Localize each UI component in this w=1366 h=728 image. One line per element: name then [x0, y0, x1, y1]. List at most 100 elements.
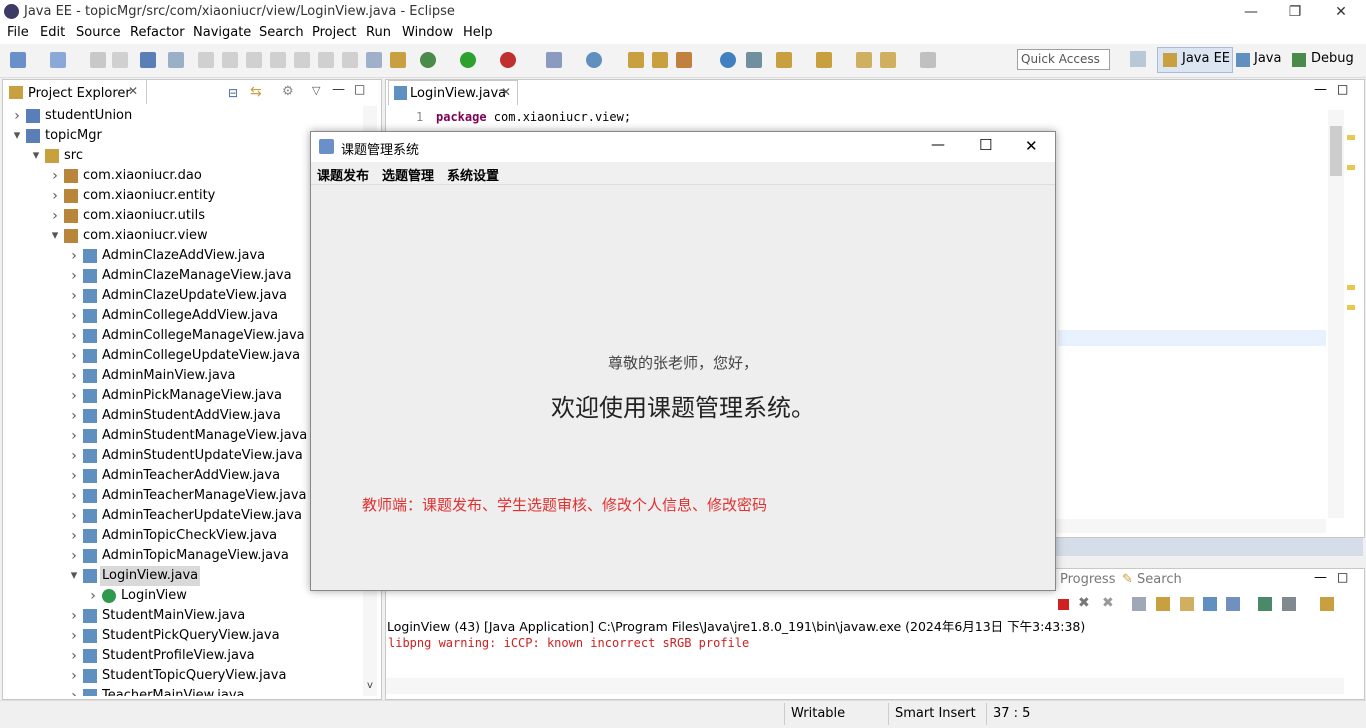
next-annotation-icon[interactable] — [776, 52, 792, 68]
terminal-icon[interactable] — [140, 52, 156, 68]
tree-item[interactable]: ▾ src — [4, 146, 362, 166]
quick-access-input[interactable]: Quick Access — [1017, 49, 1110, 70]
filters-icon[interactable]: ⚙ — [282, 84, 294, 99]
collapsed-chevron-icon[interactable]: › — [50, 206, 60, 226]
disconnect-icon[interactable] — [270, 52, 286, 68]
editor-vscrollbar[interactable] — [1328, 110, 1344, 518]
collapsed-chevron-icon[interactable]: › — [69, 386, 79, 406]
scroll-down-icon[interactable]: v — [363, 680, 377, 691]
console-maximize-icon[interactable]: □ — [1337, 570, 1348, 584]
restore-icon[interactable]: ❐ — [1272, 0, 1318, 24]
expanded-chevron-icon[interactable]: ▾ — [69, 566, 79, 586]
maximize-view-icon[interactable]: □ — [354, 82, 365, 96]
use-step-filters-icon[interactable] — [390, 52, 406, 68]
external-tools-icon[interactable] — [546, 52, 562, 68]
open-console-icon[interactable] — [1320, 597, 1334, 611]
collapsed-chevron-icon[interactable]: › — [69, 366, 79, 386]
collapsed-chevron-icon[interactable]: › — [12, 106, 22, 126]
show-on-error-icon[interactable] — [1226, 597, 1240, 611]
collapsed-chevron-icon[interactable]: › — [69, 426, 79, 446]
word-wrap-icon[interactable] — [1180, 597, 1194, 611]
menu-window[interactable]: Window — [402, 25, 453, 40]
pin-console-icon[interactable] — [1258, 597, 1272, 611]
toggle-mark-icon[interactable] — [746, 52, 762, 68]
dialog-maximize-icon[interactable]: ☐ — [979, 136, 992, 154]
scroll-lock-icon[interactable] — [1156, 597, 1170, 611]
debug-icon[interactable] — [420, 52, 436, 68]
view-menu-icon[interactable]: ▽ — [312, 84, 320, 97]
link-editor-icon[interactable]: ⇆ — [250, 84, 262, 100]
close-editor-tab-icon[interactable]: ✕ — [501, 85, 511, 99]
globe-icon[interactable] — [720, 52, 736, 68]
perspective-java[interactable]: Java — [1254, 51, 1281, 66]
save-all-icon[interactable] — [112, 52, 128, 68]
menu-search[interactable]: Search — [259, 25, 304, 40]
collapsed-chevron-icon[interactable]: › — [69, 446, 79, 466]
dialog-close-icon[interactable]: ✕ — [1025, 137, 1038, 155]
menu-file[interactable]: File — [7, 25, 29, 40]
tree-item[interactable]: › StudentTopicQueryView.java — [4, 666, 362, 686]
tree-item[interactable]: › AdminCollegeUpdateView.java — [4, 346, 362, 366]
collapsed-chevron-icon[interactable]: › — [69, 466, 79, 486]
menu-edit[interactable]: Edit — [40, 25, 65, 40]
step-into-icon[interactable] — [294, 52, 310, 68]
tree-item[interactable]: › LoginView — [4, 586, 362, 606]
suspend-icon[interactable] — [222, 52, 238, 68]
tree-item[interactable]: › studentUnion — [4, 106, 362, 126]
collapsed-chevron-icon[interactable]: › — [50, 186, 60, 206]
tree-item[interactable]: › AdminTeacherUpdateView.java — [4, 506, 362, 526]
collapsed-chevron-icon[interactable]: › — [69, 646, 79, 666]
perspective-debug[interactable]: Debug — [1311, 51, 1354, 66]
tree-item[interactable]: › AdminClazeManageView.java — [4, 266, 362, 286]
close-tab-icon[interactable]: ✕ — [128, 84, 138, 98]
back-icon[interactable] — [880, 52, 896, 68]
tree-item[interactable]: › AdminStudentAddView.java — [4, 406, 362, 426]
drop-to-frame-icon[interactable] — [366, 52, 382, 68]
tree-item[interactable]: ▾ topicMgr — [4, 126, 362, 146]
editor-vscroll-thumb[interactable] — [1330, 126, 1342, 176]
console-minimize-icon[interactable]: — — [1314, 570, 1327, 585]
menu-source[interactable]: Source — [76, 25, 121, 40]
collapsed-chevron-icon[interactable]: › — [50, 166, 60, 186]
collapsed-chevron-icon[interactable]: › — [69, 346, 79, 366]
menu-project[interactable]: Project — [312, 25, 356, 40]
collapsed-chevron-icon[interactable]: › — [69, 526, 79, 546]
collapsed-chevron-icon[interactable]: › — [69, 326, 79, 346]
collapsed-chevron-icon[interactable]: › — [69, 506, 79, 526]
terminate-icon[interactable] — [246, 52, 262, 68]
tree-item[interactable]: › AdminPickManageView.java — [4, 386, 362, 406]
open-type-icon[interactable] — [628, 52, 644, 68]
collapsed-chevron-icon[interactable]: › — [69, 246, 79, 266]
collapsed-chevron-icon[interactable]: › — [69, 286, 79, 306]
tree-item[interactable]: › AdminStudentManageView.java — [4, 426, 362, 446]
open-task-icon[interactable] — [652, 52, 668, 68]
tree-item[interactable]: › StudentProfileView.java — [4, 646, 362, 666]
tree-item[interactable]: › AdminTeacherManageView.java — [4, 486, 362, 506]
resume-icon[interactable] — [198, 52, 214, 68]
tree-item[interactable]: ▾ LoginView.java — [4, 566, 362, 586]
collapsed-chevron-icon[interactable]: › — [88, 586, 98, 606]
collapsed-chevron-icon[interactable]: › — [69, 666, 79, 686]
search-tab[interactable]: ✎ Search — [1122, 572, 1182, 587]
menu-refactor[interactable]: Refactor — [130, 25, 185, 40]
warning-marker[interactable] — [1347, 305, 1355, 310]
warning-marker[interactable] — [1347, 165, 1355, 170]
remove-all-icon[interactable]: ✖ — [1102, 595, 1114, 611]
expanded-chevron-icon[interactable]: ▾ — [31, 146, 41, 166]
step-over-icon[interactable] — [318, 52, 334, 68]
save-icon[interactable] — [90, 52, 106, 68]
tree-item[interactable]: › AdminStudentUpdateView.java — [4, 446, 362, 466]
expanded-chevron-icon[interactable]: ▾ — [50, 226, 60, 246]
tree-item[interactable]: ▾ com.xiaoniucr.view — [4, 226, 362, 246]
collapsed-chevron-icon[interactable]: › — [69, 626, 79, 646]
expanded-chevron-icon[interactable]: ▾ — [12, 126, 22, 146]
tree-item[interactable]: › TeacherMainView.java — [4, 686, 362, 696]
collapsed-chevron-icon[interactable]: › — [69, 306, 79, 326]
step-return-icon[interactable] — [342, 52, 358, 68]
tree-item[interactable]: › AdminClazeAddView.java — [4, 246, 362, 266]
last-edit-icon[interactable] — [856, 52, 872, 68]
tree-item[interactable]: › AdminMainView.java — [4, 366, 362, 386]
minimize-view-icon[interactable]: — — [332, 82, 345, 97]
new-java-class-icon[interactable] — [586, 52, 602, 68]
tree-item[interactable]: › AdminTopicManageView.java — [4, 546, 362, 566]
